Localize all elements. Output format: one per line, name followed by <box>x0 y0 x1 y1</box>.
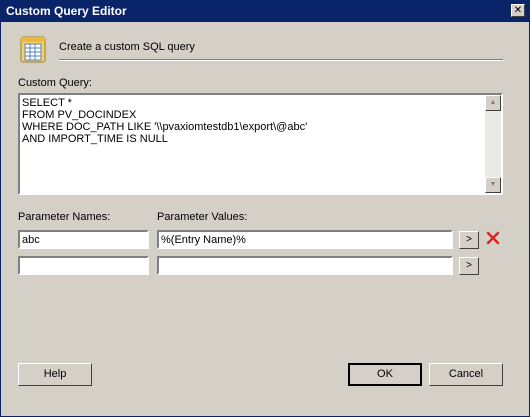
parameter-names-label: Parameter Names: <box>18 211 111 223</box>
delete-parameter-icon[interactable] <box>486 231 500 245</box>
header-separator <box>59 59 503 61</box>
parameter-name-input-1[interactable]: abc <box>18 230 149 249</box>
custom-query-label: Custom Query: <box>18 77 92 89</box>
custom-query-text[interactable]: SELECT * FROM PV_DOCINDEX WHERE DOC_PATH… <box>20 95 501 145</box>
title-bar[interactable]: Custom Query Editor ✕ <box>1 1 529 22</box>
cancel-button[interactable]: Cancel <box>429 363 503 386</box>
scroll-up-arrow-icon[interactable]: ▲ <box>485 95 501 111</box>
ok-button[interactable]: OK <box>348 363 422 386</box>
database-icon <box>20 36 46 63</box>
custom-query-textarea[interactable]: SELECT * FROM PV_DOCINDEX WHERE DOC_PATH… <box>18 93 503 195</box>
close-button[interactable]: ✕ <box>511 4 525 17</box>
custom-query-editor-dialog: Custom Query Editor ✕ Create a custom SQ… <box>0 0 530 417</box>
window-title: Custom Query Editor <box>6 4 127 18</box>
query-vertical-scrollbar[interactable]: ▲ ▼ <box>485 95 501 193</box>
help-button[interactable]: Help <box>18 363 92 386</box>
parameter-name-input-2[interactable] <box>18 256 149 275</box>
parameter-values-label: Parameter Values: <box>157 211 248 223</box>
parameter-value-browse-button-2[interactable]: > <box>459 257 479 275</box>
parameter-value-input-2[interactable] <box>157 256 453 275</box>
parameter-value-input-1[interactable]: %(Entry Name)% <box>157 230 453 249</box>
header-description: Create a custom SQL query <box>59 41 195 53</box>
parameter-value-browse-button-1[interactable]: > <box>459 231 479 249</box>
scroll-down-arrow-icon[interactable]: ▼ <box>485 177 501 193</box>
